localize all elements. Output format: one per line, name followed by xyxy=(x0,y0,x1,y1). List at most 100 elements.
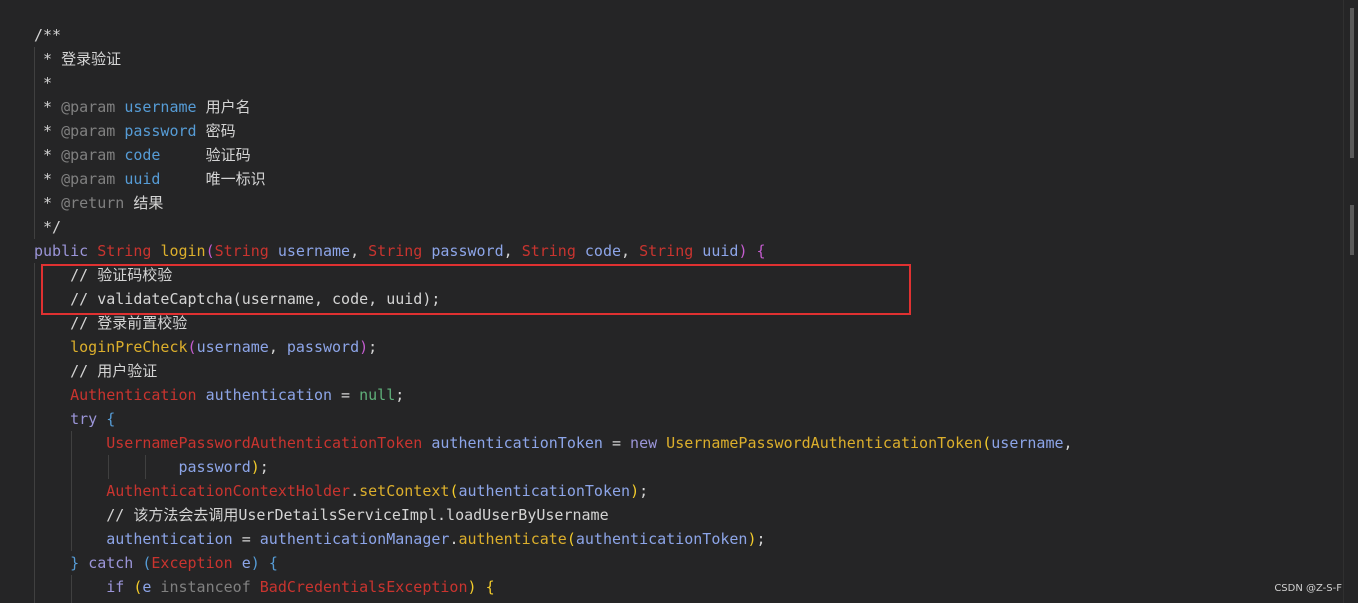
code-token: ) xyxy=(250,554,260,572)
code-line[interactable]: * @param code 验证码 xyxy=(34,143,1073,167)
code-token: // 该方法会去调用UserDetailsServiceImpl.loadUse… xyxy=(34,506,609,524)
code-token: { xyxy=(756,242,766,260)
code-token: = xyxy=(332,386,360,404)
code-token: login xyxy=(160,242,206,260)
code-line[interactable]: // 该方法会去调用UserDetailsServiceImpl.loadUse… xyxy=(34,503,1073,527)
code-token: { xyxy=(485,578,495,596)
code-token: 唯一标识 xyxy=(160,170,266,188)
code-token: . xyxy=(350,482,360,500)
code-line[interactable]: * @param uuid 唯一标识 xyxy=(34,167,1073,191)
code-line[interactable]: public String login(String username, Str… xyxy=(34,239,1073,263)
code-line[interactable]: try { xyxy=(34,407,1073,431)
code-token: authenticationToken xyxy=(575,530,748,548)
code-line[interactable]: // 用户验证 xyxy=(34,359,1073,383)
code-line[interactable]: /** xyxy=(34,23,1073,47)
code-token: , xyxy=(503,242,522,260)
code-token: authenticationToken xyxy=(458,482,631,500)
code-token: @param xyxy=(61,146,116,164)
watermark: CSDN @Z-S-F xyxy=(1274,583,1342,594)
code-line[interactable]: } catch (Exception e) { xyxy=(34,551,1073,575)
code-token: code xyxy=(124,146,161,164)
code-token: password xyxy=(124,122,197,140)
code-token: , xyxy=(1063,434,1073,452)
code-line[interactable]: * @param password 密码 xyxy=(34,119,1073,143)
code-token: instanceof xyxy=(151,578,260,596)
code-line[interactable]: * xyxy=(34,71,1073,95)
code-line[interactable]: * @return 结果 xyxy=(34,191,1073,215)
code-token: // 用户验证 xyxy=(34,362,158,380)
code-token: ( xyxy=(566,530,576,548)
overview-ruler[interactable] xyxy=(1343,0,1358,603)
ruler-mark xyxy=(1350,205,1354,255)
code-line[interactable]: Authentication authentication = null; xyxy=(34,383,1073,407)
code-token: { xyxy=(268,554,278,572)
highlight-annotation-box xyxy=(41,264,911,315)
code-token: ; xyxy=(395,386,405,404)
code-line[interactable]: authentication = authenticationManager.a… xyxy=(34,527,1073,551)
code-token: new xyxy=(630,434,658,452)
code-line[interactable]: */ xyxy=(34,215,1073,239)
code-token: username xyxy=(196,338,269,356)
code-token: , xyxy=(350,242,369,260)
code-token: authentication xyxy=(196,386,333,404)
code-line[interactable]: * @param username 用户名 xyxy=(34,95,1073,119)
code-token: @param xyxy=(61,122,116,140)
code-token: String xyxy=(214,242,269,260)
code-token: Authentication xyxy=(70,386,197,404)
code-token: ) xyxy=(250,458,260,476)
code-token: ; xyxy=(639,482,649,500)
code-token: uuid xyxy=(124,170,161,188)
code-token: UsernamePasswordAuthenticationToken xyxy=(666,434,983,452)
code-token: ) xyxy=(747,530,757,548)
code-token: @param xyxy=(61,170,116,188)
code-token: ) xyxy=(359,338,369,356)
code-token: ) xyxy=(467,578,477,596)
ruler-mark xyxy=(1350,8,1354,158)
code-token: username xyxy=(991,434,1064,452)
code-token: e xyxy=(232,554,251,572)
code-token: null xyxy=(359,386,396,404)
code-token: ; xyxy=(368,338,378,356)
code-token: @param xyxy=(61,98,116,116)
code-token: } xyxy=(70,554,80,572)
code-token: { xyxy=(106,410,116,428)
code-line[interactable]: * 登录验证 xyxy=(34,47,1073,71)
code-token: // 登录前置校验 xyxy=(34,314,188,332)
code-token: 密码 xyxy=(196,122,236,140)
code-token: username xyxy=(124,98,197,116)
code-token: password xyxy=(178,458,251,476)
code-line[interactable]: AuthenticationContextHolder.setContext(a… xyxy=(34,479,1073,503)
code-token: authenticationManager xyxy=(259,530,450,548)
code-token: * xyxy=(34,170,62,188)
code-token: = xyxy=(602,434,631,452)
code-token: if xyxy=(106,578,125,596)
code-line[interactable]: if (e instanceof BadCredentialsException… xyxy=(34,575,1073,599)
code-token: Exception xyxy=(151,554,233,572)
code-token: 结果 xyxy=(124,194,164,212)
code-token: = xyxy=(232,530,260,548)
code-editor[interactable]: /** * 登录验证 * * @param username 用户名 * @pa… xyxy=(0,0,1358,603)
code-token: ( xyxy=(982,434,992,452)
code-token: ( xyxy=(205,242,215,260)
code-token: * xyxy=(34,74,53,92)
code-token: * xyxy=(34,194,62,212)
code-line[interactable]: loginPreCheck(username, password); xyxy=(34,335,1073,359)
code-line[interactable]: UsernamePasswordAuthenticationToken auth… xyxy=(34,431,1073,455)
code-token: * xyxy=(34,122,62,140)
code-token: * xyxy=(34,146,62,164)
code-line[interactable]: password); xyxy=(34,455,1073,479)
code-token: try xyxy=(70,410,98,428)
code-token: password xyxy=(422,242,504,260)
